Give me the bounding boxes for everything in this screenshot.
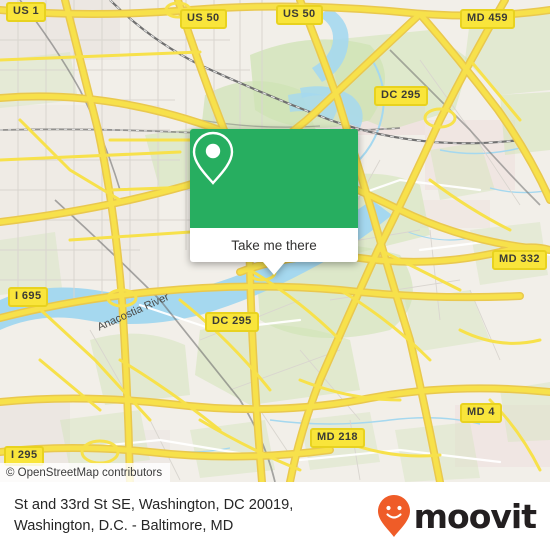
- road-shield: DC 295: [205, 312, 259, 332]
- road-shield: US 50: [180, 9, 227, 29]
- road-shield: MD 332: [492, 250, 547, 270]
- location-popup-card[interactable]: Take me there: [190, 129, 358, 275]
- popup-pointer: [263, 262, 285, 275]
- map-pin-icon: [192, 131, 234, 185]
- take-me-there-label: Take me there: [231, 237, 317, 253]
- road-shield: US 1: [6, 2, 47, 22]
- road-shield: MD 4: [460, 403, 502, 423]
- moovit-smiley-pin-icon: [377, 495, 410, 537]
- popup-header: [190, 129, 358, 228]
- map-screenshot: .g{fill:#cfe3b4} .gl{fill:#dfead0} .res{…: [0, 0, 550, 550]
- address-line-1: St and 33rd St SE, Washington, DC 20019,: [14, 497, 294, 513]
- take-me-there-button[interactable]: Take me there: [190, 228, 358, 262]
- map-canvas[interactable]: .g{fill:#cfe3b4} .gl{fill:#dfead0} .res{…: [0, 0, 550, 482]
- map-attribution[interactable]: © OpenStreetMap contributors: [0, 463, 171, 482]
- road-shield: MD 459: [460, 9, 515, 29]
- attribution-text: © OpenStreetMap contributors: [6, 466, 163, 479]
- road-shield: US 50: [276, 5, 323, 25]
- road-shield: I 695: [8, 287, 49, 307]
- footer-bar: St and 33rd St SE, Washington, DC 20019,…: [0, 482, 550, 550]
- address-line-2: Washington, D.C. - Baltimore, MD: [14, 518, 234, 534]
- location-address: St and 33rd St SE, Washington, DC 20019,…: [14, 495, 293, 537]
- road-shield: MD 218: [310, 428, 365, 448]
- road-shield: DC 295: [374, 86, 428, 106]
- moovit-wordmark: moovit: [413, 496, 537, 536]
- moovit-logo[interactable]: moovit: [377, 494, 537, 538]
